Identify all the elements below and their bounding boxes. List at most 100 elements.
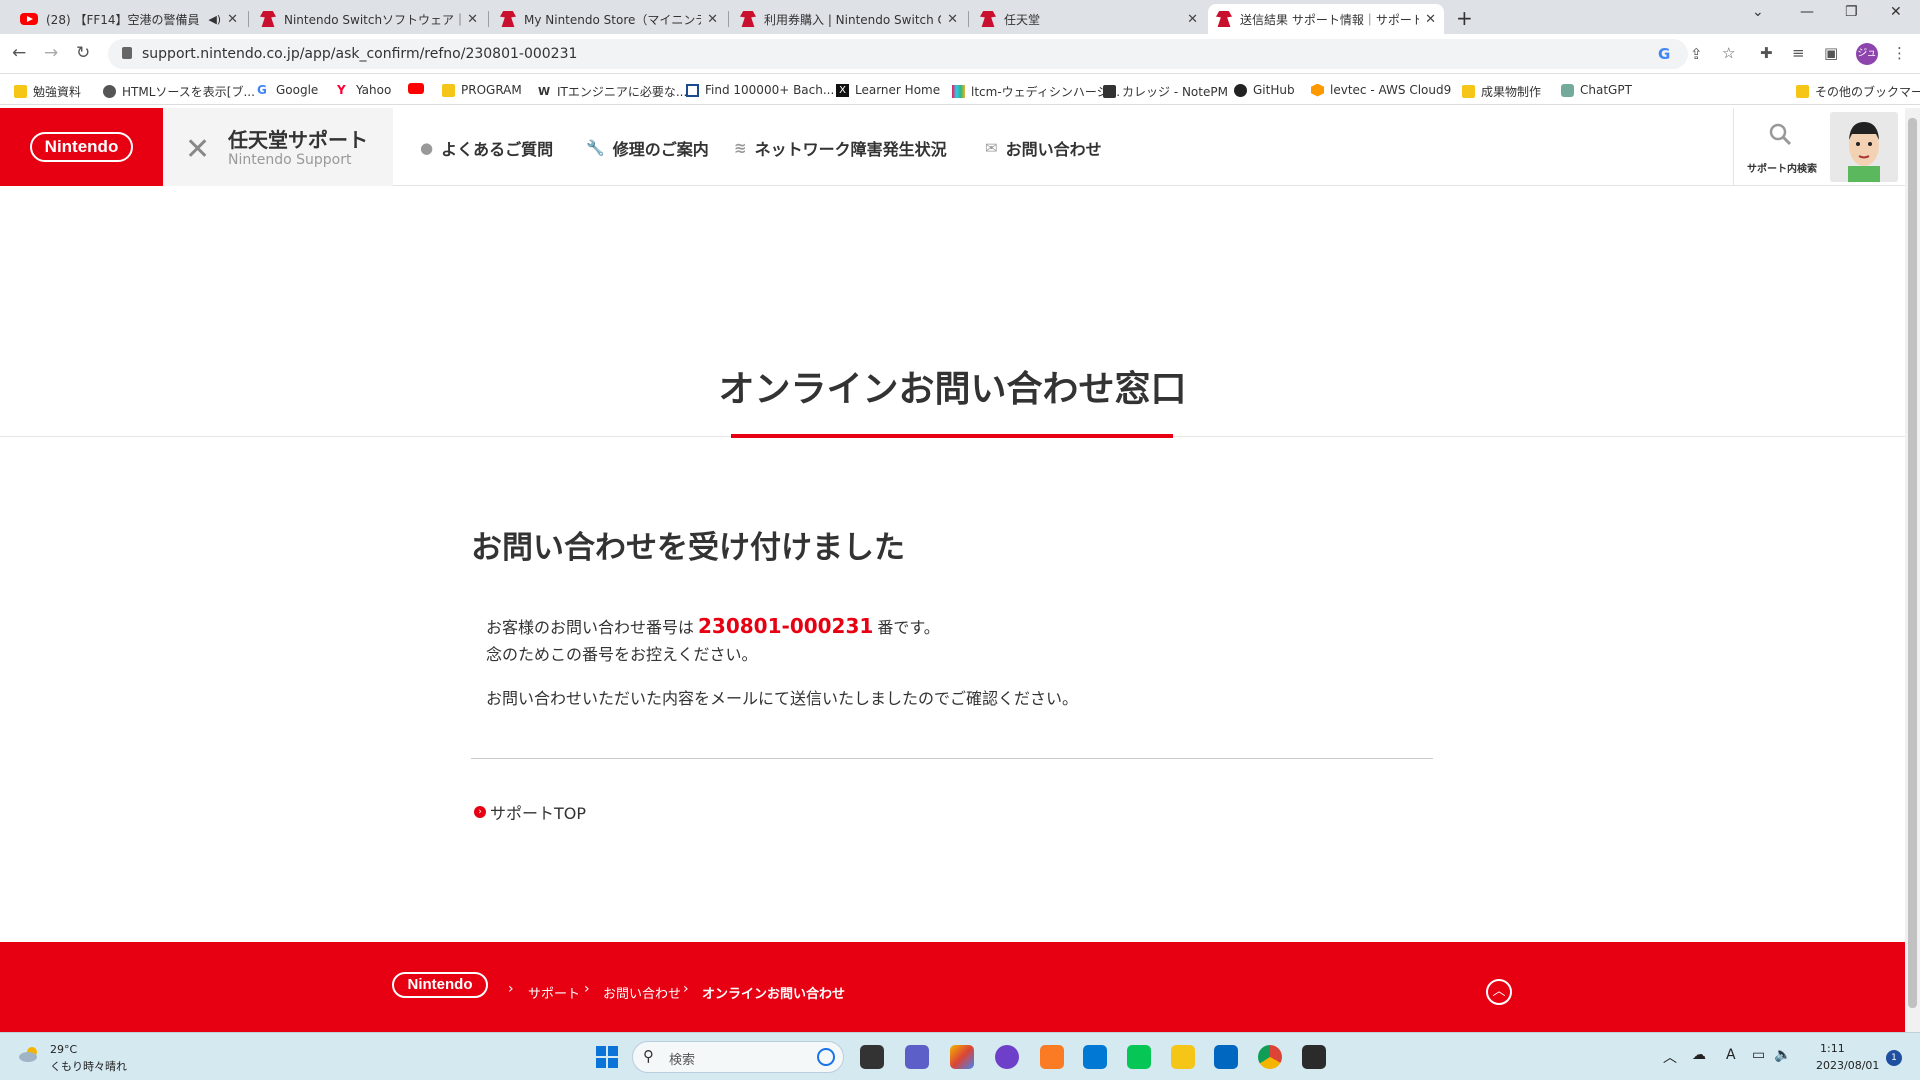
bookmark-item[interactable]: G Google (257, 83, 318, 97)
windows-start-icon[interactable] (596, 1046, 618, 1068)
confirmation-heading: お問い合わせを受け付けました (471, 530, 905, 566)
onedrive-icon[interactable]: ☁ (1692, 1047, 1706, 1063)
bing-icon[interactable] (817, 1048, 835, 1066)
google-icon: G (257, 82, 267, 97)
youtube-icon (20, 13, 38, 25)
divider (471, 758, 1433, 759)
extensions-icon[interactable]: ✚ (1760, 44, 1773, 62)
google-translate-icon[interactable]: G (1658, 45, 1670, 63)
breadcrumb-contact[interactable]: お問い合わせ (603, 983, 681, 1002)
page-scrollbar[interactable] (1905, 108, 1920, 1032)
bookmark-item[interactable]: X Learner Home (836, 83, 940, 97)
mii-avatar[interactable] (1830, 112, 1898, 182)
network-icon[interactable]: ▭ (1752, 1047, 1765, 1063)
bookmark-item[interactable]: GitHub (1234, 83, 1295, 97)
teams-icon[interactable] (905, 1045, 929, 1069)
bookmark-item[interactable]: ChatGPT (1561, 83, 1632, 97)
menu-icon[interactable]: ⋮ (1892, 44, 1907, 62)
scroll-thumb[interactable] (1908, 118, 1917, 1008)
minimize-button[interactable]: — (1800, 4, 1814, 20)
vscode-icon[interactable] (1083, 1045, 1107, 1069)
notification-badge[interactable]: 1 (1886, 1050, 1902, 1066)
bookmark-item[interactable]: Y Yahoo (337, 83, 391, 97)
title-underline (731, 434, 1173, 438)
footer-nintendo-logo[interactable]: Nintendo (392, 972, 488, 998)
bookmark-star-icon[interactable]: ☆ (1722, 44, 1735, 62)
chevron-up-icon[interactable]: ︿ (1663, 1047, 1677, 1067)
close-tab-icon[interactable]: ✕ (1187, 12, 1198, 27)
reload-icon[interactable]: ↻ (76, 43, 90, 63)
bookmark-item[interactable]: 勉強資料 (14, 83, 81, 100)
terminal-icon[interactable] (1302, 1045, 1326, 1069)
bookmark-item[interactable] (408, 83, 430, 94)
file-explorer-icon[interactable] (1171, 1045, 1195, 1069)
close-tab-icon[interactable]: ✕ (227, 12, 238, 27)
nintendo-logo-link[interactable]: Nintendo (0, 108, 163, 186)
tab-my-nintendo-store[interactable]: My Nintendo Store（マイニンテンド ✕ (492, 4, 726, 34)
other-bookmarks[interactable]: その他のブックマーク (1796, 83, 1920, 100)
close-tab-icon[interactable]: ✕ (947, 12, 958, 27)
mii-face-icon (1830, 112, 1898, 182)
tab-switch-software[interactable]: Nintendo Switchソフトウェア｜任天 ✕ (252, 4, 486, 34)
windows-taskbar: 29°C くもり時々晴れ ⚲ 検索 ︿ ☁ A ▭ 🔈 1:11 2023/08… (0, 1032, 1920, 1080)
support-home-link[interactable]: ✕ 任天堂サポート Nintendo Support (163, 108, 393, 186)
tab-search-icon[interactable]: ⌄ (1752, 4, 1764, 20)
profile-avatar[interactable]: ジュ (1856, 43, 1878, 65)
bookmark-item[interactable]: PROGRAM (442, 83, 522, 97)
taskbar-search[interactable]: ⚲ 検索 (632, 1041, 844, 1073)
chevron-right-icon: › (508, 981, 514, 997)
clock-date[interactable]: 2023/08/01 (1816, 1059, 1879, 1072)
share-icon[interactable]: ⇪ (1690, 45, 1703, 63)
clock-time[interactable]: 1:11 (1820, 1042, 1845, 1055)
nav-repair[interactable]: 🔧 修理のご案内 (586, 136, 709, 160)
address-bar[interactable]: support.nintendo.co.jp/app/ask_confirm/r… (108, 39, 1735, 69)
bookmark-item[interactable]: ltcm-ウェディシンハージ... (952, 83, 1120, 100)
weather-icon[interactable] (18, 1045, 42, 1063)
ime-indicator[interactable]: A (1726, 1047, 1736, 1063)
tab-active-support[interactable]: 送信結果 サポート情報｜サポート情 ✕ (1208, 4, 1444, 34)
chevron-right-icon: › (683, 981, 689, 997)
ms-store-icon[interactable] (1214, 1045, 1238, 1069)
nav-contact[interactable]: ✉ お問い合わせ (985, 136, 1102, 160)
close-window-button[interactable]: ✕ (1890, 4, 1902, 20)
youtube-icon (408, 83, 424, 94)
line-icon[interactable] (1127, 1045, 1151, 1069)
tab-ticket-purchase[interactable]: 利用券購入 | Nintendo Switch O ✕ (732, 4, 966, 34)
support-top-link[interactable]: › サポートTOP (474, 800, 586, 824)
xampp-icon[interactable] (1040, 1045, 1064, 1069)
bookmark-item[interactable]: levtec - AWS Cloud9 (1311, 83, 1451, 97)
site-header: Nintendo ✕ 任天堂サポート Nintendo Support ● よくあ… (0, 108, 1905, 186)
url-text[interactable]: support.nintendo.co.jp/app/ask_confirm/r… (142, 46, 577, 62)
back-icon[interactable]: ← (12, 43, 26, 63)
page-top-button[interactable]: ︿ (1486, 979, 1512, 1005)
chrome-icon[interactable] (1258, 1045, 1282, 1069)
close-tab-icon[interactable]: ✕ (467, 12, 478, 27)
restore-button[interactable]: ❐ (1845, 4, 1858, 20)
close-tab-icon[interactable]: ✕ (707, 12, 718, 27)
breadcrumb-support[interactable]: サポート (528, 983, 580, 1002)
yahoo-icon: Y (337, 82, 346, 97)
bookmark-item[interactable]: W ITエンジニアに必要な... (538, 83, 687, 100)
nav-faq[interactable]: ● よくあるご質問 (420, 136, 553, 160)
weather-temperature[interactable]: 29°C (50, 1043, 77, 1056)
reading-list-icon[interactable]: ≡ (1792, 44, 1805, 62)
forward-icon[interactable]: → (44, 43, 58, 63)
nav-network-status[interactable]: ≋ ネットワーク障害発生状況 (734, 136, 947, 160)
tab-nintendo[interactable]: 任天堂 ✕ (972, 4, 1206, 34)
site-search-button[interactable]: サポート内検索 (1733, 108, 1829, 186)
audio-icon[interactable]: ◀) (208, 13, 221, 26)
side-panel-icon[interactable]: ▣ (1824, 44, 1838, 62)
new-tab-button[interactable]: + (1456, 6, 1473, 30)
close-tab-icon[interactable]: ✕ (1425, 12, 1436, 27)
weather-description[interactable]: くもり時々晴れ (50, 1058, 127, 1074)
volume-icon[interactable]: 🔈 (1774, 1047, 1791, 1063)
photos-icon[interactable] (950, 1045, 974, 1069)
bookmark-item[interactable]: 成果物制作 (1462, 83, 1541, 100)
task-view-icon[interactable] (860, 1045, 884, 1069)
bookmark-item[interactable]: Find 100000+ Bach... (686, 83, 834, 97)
bookmark-item[interactable]: カレッジ - NotePM (1103, 83, 1228, 100)
edx-icon: X (836, 83, 849, 97)
github-desktop-icon[interactable] (995, 1045, 1019, 1069)
tab-youtube[interactable]: (28) 【FF14】空港の警備員「言 ◀) ✕ (12, 4, 246, 34)
bookmark-item[interactable]: HTMLソースを表示[ブ... (103, 83, 255, 100)
